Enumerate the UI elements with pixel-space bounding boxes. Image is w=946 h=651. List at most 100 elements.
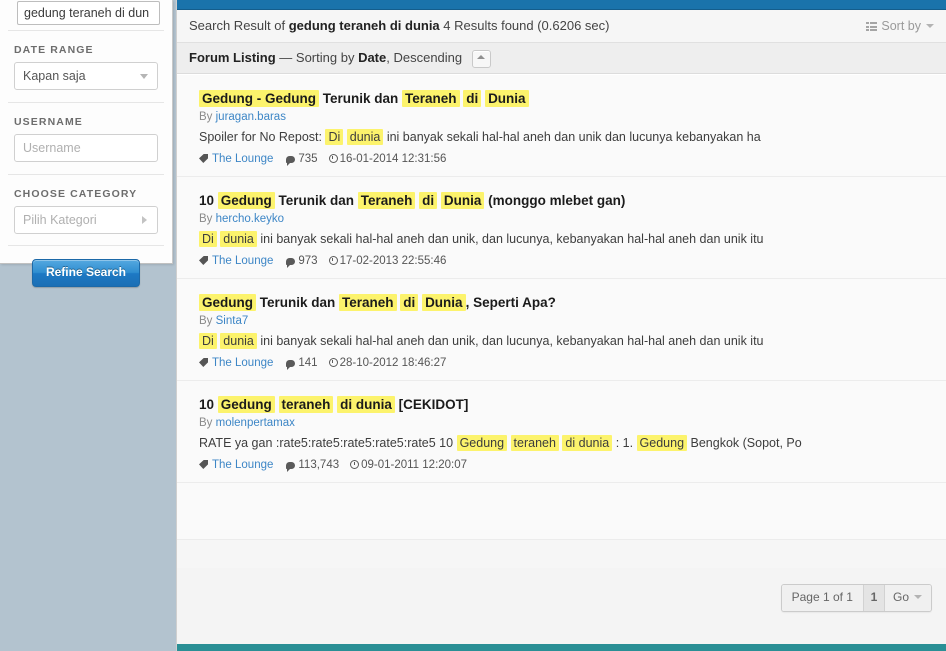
highlighted-term: Teraneh	[339, 294, 397, 311]
highlighted-term: dunia	[346, 129, 384, 145]
title-text: 10	[199, 397, 218, 412]
result-forum-link[interactable]: The Lounge	[212, 459, 273, 471]
result-author-link[interactable]: hercho.keyko	[216, 213, 284, 225]
username-input[interactable]: Username	[14, 134, 158, 162]
snippet-text: ini banyak sekali hal-hal aneh dan unik,…	[256, 334, 764, 348]
title-text: (monggo mlebet gan)	[484, 193, 626, 208]
result-item[interactable]: 10 Gedung Terunik dan Teraneh di Dunia (…	[177, 177, 946, 279]
result-forum-link[interactable]: The Lounge	[212, 357, 273, 369]
highlighted-term: teraneh	[510, 435, 559, 451]
result-author-link[interactable]: molenpertamax	[216, 417, 295, 429]
result-snippet: RATE ya gan :rate5:rate5:rate5:rate5:rat…	[199, 434, 930, 453]
result-author-line: By Sinta7	[199, 315, 930, 327]
by-prefix: By	[199, 111, 216, 123]
date-range-section: DATE RANGE Kapan saja	[0, 44, 172, 102]
collapse-listing-button[interactable]	[471, 49, 491, 68]
go-button[interactable]: Go	[884, 585, 931, 611]
result-title[interactable]: 10 Gedung Terunik dan Teraneh di Dunia (…	[199, 190, 930, 211]
sort-by-label: Sort by	[881, 19, 921, 33]
highlighted-term: di	[419, 192, 438, 209]
highlighted-term: Teraneh	[357, 192, 416, 209]
comment-count-value: 735	[298, 153, 318, 165]
result-item[interactable]: Gedung Terunik dan Teraneh di Dunia, Sep…	[177, 279, 946, 381]
result-author-line: By molenpertamax	[199, 417, 930, 429]
highlighted-term: Gedung - Gedung	[199, 90, 319, 107]
category-section: CHOOSE CATEGORY Pilih Kategori	[0, 188, 172, 245]
sort-by-button[interactable]: Sort by	[866, 10, 934, 42]
result-author-link[interactable]: Sinta7	[216, 315, 249, 327]
date-range-select[interactable]: Kapan saja	[14, 62, 158, 90]
search-query-value: gedung teraneh di dun	[24, 6, 150, 20]
username-label: USERNAME	[14, 116, 83, 128]
tag-icon	[199, 358, 208, 367]
highlighted-term: Teraneh	[402, 90, 460, 107]
result-date-value: 16-01-2014 12:31:56	[339, 153, 447, 165]
highlighted-term: Gedung	[199, 294, 256, 311]
result-date: 28-10-2012 18:46:27	[328, 357, 446, 369]
highlighted-term: Di	[199, 333, 217, 349]
result-comment-count: 973	[286, 255, 318, 268]
result-author-link[interactable]: juragan.baras	[216, 111, 286, 123]
result-meta: The Lounge 973 17-02-2013 22:55:46	[199, 255, 930, 268]
title-text: , Seperti Apa?	[465, 295, 556, 310]
result-title[interactable]: 10 Gedung teraneh di dunia [CEKIDOT]	[199, 394, 930, 415]
clock-icon	[328, 256, 338, 265]
highlighted-term: di dunia	[337, 396, 395, 413]
highlighted-term: Gedung	[217, 192, 275, 209]
result-date-value: 17-02-2013 22:55:46	[339, 255, 447, 267]
snippet-text: ini banyak sekali hal-hal aneh dan unik …	[383, 130, 761, 144]
sidebar-divider-2	[8, 102, 164, 103]
page-number-input[interactable]: 1	[863, 585, 885, 611]
category-select[interactable]: Pilih Kategori	[14, 206, 158, 234]
sorting-prefix: Sorting by	[295, 50, 359, 65]
panel-top-accent-bar	[177, 0, 946, 10]
result-forum-link[interactable]: The Lounge	[212, 153, 273, 165]
result-date: 17-02-2013 22:55:46	[328, 255, 447, 267]
result-comment-count: 141	[286, 357, 318, 370]
result-author-line: By hercho.keyko	[199, 213, 930, 225]
date-range-value: Kapan saja	[23, 69, 86, 83]
sidebar-divider-3	[8, 174, 164, 175]
refine-search-button[interactable]: Refine Search	[32, 259, 140, 287]
page-indicator-label: Page 1 of 1	[781, 585, 864, 611]
highlighted-term: Gedung	[217, 396, 275, 413]
results-footer: Page 1 of 1 1 Go	[177, 568, 946, 644]
pagination-control: Page 1 of 1 1 Go	[780, 584, 932, 612]
comment-bubble-icon	[286, 258, 296, 268]
result-item[interactable]: Gedung - Gedung Terunik dan Teraneh di D…	[177, 74, 946, 177]
tag-icon	[199, 256, 208, 265]
highlighted-term: di dunia	[562, 435, 613, 451]
highlighted-term: dunia	[220, 333, 257, 349]
result-forum-link[interactable]: The Lounge	[212, 255, 273, 267]
result-date: 16-01-2014 12:31:56	[328, 153, 447, 165]
by-prefix: By	[199, 315, 216, 327]
result-comment-count: 113,743	[286, 459, 340, 472]
sidebar-divider-1	[8, 30, 164, 31]
result-title[interactable]: Gedung - Gedung Terunik dan Teraneh di D…	[199, 88, 930, 109]
forum-listing-title: Forum Listing	[189, 50, 276, 65]
highlighted-term: teraneh	[278, 396, 334, 413]
tag-icon	[199, 154, 208, 163]
snippet-text: ini banyak sekali hal-hal aneh dan unik,…	[256, 232, 764, 246]
result-item[interactable]: 10 Gedung teraneh di dunia [CEKIDOT] By m…	[177, 381, 946, 483]
title-text: [CEKIDOT]	[394, 397, 469, 412]
highlighted-term: dunia	[220, 231, 257, 247]
username-placeholder: Username	[23, 141, 81, 155]
refine-button-row: Refine Search	[0, 246, 172, 287]
app-root: gedung teraneh di dun DATE RANGE Kapan s…	[0, 0, 946, 651]
comment-count-value: 113,743	[298, 459, 340, 471]
summary-suffix: 4 Results found (0.6206 sec)	[439, 18, 610, 33]
snippet-text	[507, 436, 510, 450]
username-section: USERNAME Username	[0, 116, 172, 174]
result-date-value: 09-01-2011 12:20:07	[361, 459, 468, 471]
result-meta: The Lounge 113,743 09-01-2011 12:20:07	[199, 459, 930, 472]
comment-bubble-icon	[286, 156, 296, 166]
results-list-spacer	[177, 483, 946, 540]
chevron-down-icon	[914, 595, 922, 599]
title-text: Terunik dan	[319, 91, 403, 106]
title-text	[275, 397, 279, 412]
search-results-panel: Search Result of gedung teraneh di dunia…	[176, 0, 946, 651]
result-title[interactable]: Gedung Terunik dan Teraneh di Dunia, Sep…	[199, 292, 930, 313]
search-query-input[interactable]: gedung teraneh di dun	[17, 1, 160, 25]
clock-icon	[350, 460, 360, 469]
